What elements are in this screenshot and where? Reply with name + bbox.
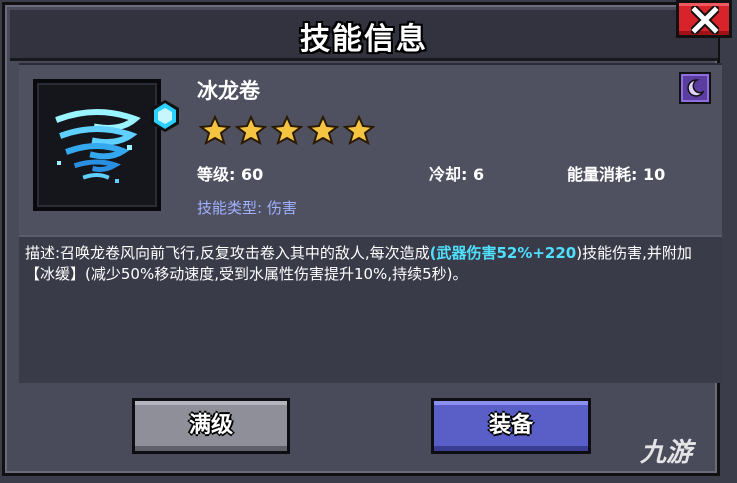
star-icon: [307, 115, 339, 145]
star-icon: [199, 115, 231, 145]
star-icon: [343, 115, 375, 145]
skill-info-panel: 冰龙卷 等级: 60 冷却: 6 能量消耗: 10 技能类型: 伤害: [19, 63, 722, 235]
description-text-1: 描述:召唤龙卷风向前飞行,反复攻击卷入其中的敌人,每次造成: [25, 244, 430, 262]
moon-badge: [679, 72, 711, 104]
skill-energy-cost: 能量消耗: 10: [567, 165, 666, 184]
skill-type: 技能类型: 伤害: [197, 199, 297, 217]
skill-description: 描述:召唤龙卷风向前飞行,反复攻击卷入其中的敌人,每次造成(武器伤害52%+22…: [25, 243, 715, 285]
close-button[interactable]: [676, 0, 732, 38]
skill-level: 等级: 60: [197, 165, 264, 184]
max-level-button[interactable]: 满级: [132, 398, 290, 454]
equip-button[interactable]: 装备: [431, 398, 591, 454]
skill-cooldown: 冷却: 6: [429, 165, 485, 184]
skill-name: 冰龙卷: [197, 79, 260, 103]
title-bar: 技能信息: [10, 10, 718, 61]
star-icon: [235, 115, 267, 145]
tornado-icon: [55, 109, 141, 183]
star-rating: [199, 115, 375, 145]
watermark-logo: 九游: [640, 438, 693, 468]
description-highlight: (武器伤害52%+220: [429, 244, 577, 262]
star-icon: [271, 115, 303, 145]
close-icon: [691, 6, 719, 34]
skill-icon-frame: [33, 79, 179, 211]
skill-info-dialog: 技能信息 冰龙卷 等级: 60 冷却: 6 能量消耗: 10 技能类型: 伤害 …: [2, 2, 722, 476]
description-panel: 描述:召唤龙卷风向前飞行,反复攻击卷入其中的敌人,每次造成(武器伤害52%+22…: [19, 235, 722, 383]
dialog-title: 技能信息: [300, 22, 428, 57]
moon-icon: [687, 79, 704, 97]
gem-icon: [151, 100, 179, 132]
